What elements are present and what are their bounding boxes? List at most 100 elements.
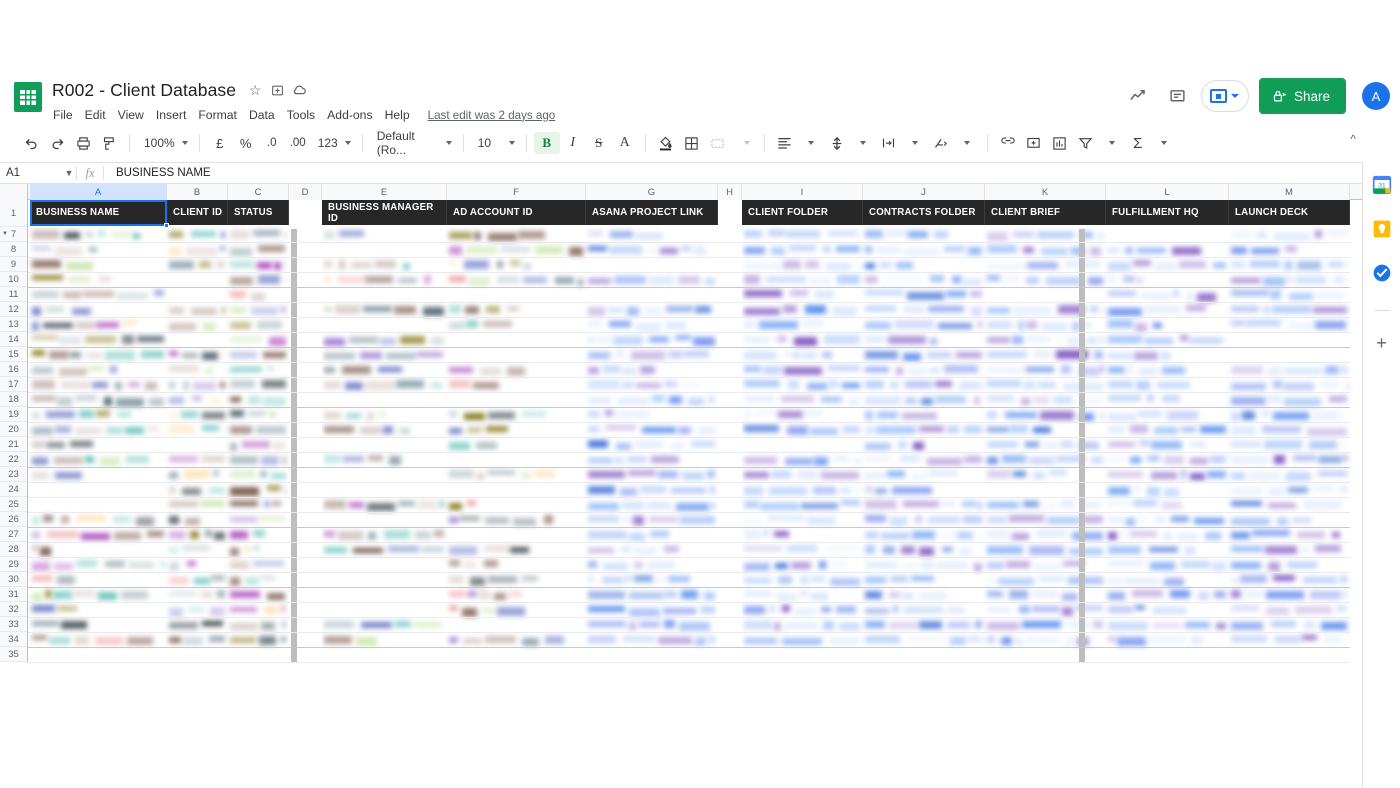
text-color-button[interactable]: A	[612, 130, 638, 156]
row-header-19[interactable]: 19	[0, 407, 27, 422]
cells-area[interactable]: BUSINESS NAME CLIENT ID STATUS BUSINESS MAN…	[28, 200, 1400, 674]
column-header-f[interactable]: F	[447, 184, 586, 200]
header-cell-k[interactable]: CLIENT BRIEF	[985, 200, 1106, 225]
select-all-corner[interactable]	[0, 184, 28, 200]
borders-button[interactable]	[679, 130, 705, 156]
row-header-28[interactable]: 28	[0, 542, 27, 557]
header-cell-j[interactable]: CONTRACTS FOLDER	[863, 200, 985, 225]
google-keep-icon[interactable]	[1371, 218, 1393, 240]
row-header-12[interactable]: 12	[0, 302, 27, 317]
percent-icon[interactable]: %	[233, 130, 259, 156]
header-cell-e[interactable]: BUSINESS MANAGER ID	[322, 200, 447, 225]
menu-format[interactable]: Format	[192, 106, 243, 124]
avatar[interactable]: A	[1362, 82, 1390, 110]
column-header-k[interactable]: K	[985, 184, 1106, 200]
menu-insert[interactable]: Insert	[150, 106, 192, 124]
fill-color-button[interactable]	[653, 130, 679, 156]
header-cell-f[interactable]: AD ACCOUNT ID	[447, 200, 586, 225]
column-resize-handle-2[interactable]	[1079, 229, 1085, 662]
strikethrough-button[interactable]: S	[586, 130, 612, 156]
chevron-down-icon[interactable]	[1230, 94, 1239, 98]
row-header-25[interactable]: 25	[0, 497, 27, 512]
header-cell-c[interactable]: STATUS	[228, 200, 289, 225]
bold-button[interactable]: B	[533, 132, 560, 154]
menu-help[interactable]: Help	[379, 106, 416, 124]
text-wrap-chevron-icon[interactable]	[902, 130, 928, 156]
present-button[interactable]	[1200, 80, 1249, 112]
text-rotation-chevron-icon[interactable]	[954, 130, 980, 156]
row-header-11[interactable]: 11	[0, 287, 27, 302]
print-icon[interactable]	[70, 130, 96, 156]
italic-button[interactable]: I	[560, 130, 586, 156]
header-cell-i[interactable]: CLIENT FOLDER	[742, 200, 863, 225]
row-header-18[interactable]: 18	[0, 392, 27, 407]
column-header-e[interactable]: E	[322, 184, 447, 200]
column-header-l[interactable]: L	[1106, 184, 1229, 200]
row-header-35[interactable]: 35	[0, 647, 27, 662]
functions-chevron-icon[interactable]	[1151, 130, 1177, 156]
menu-tools[interactable]: Tools	[281, 106, 321, 124]
column-header-j[interactable]: J	[863, 184, 985, 200]
row-header-9[interactable]: 9	[0, 257, 27, 272]
horizontal-align-chevron-icon[interactable]	[798, 130, 824, 156]
row-header-24[interactable]: 24	[0, 482, 27, 497]
horizontal-align-button[interactable]	[772, 130, 798, 156]
row-header-14[interactable]: 14	[0, 332, 27, 347]
row-header-8[interactable]: 8	[0, 242, 27, 257]
menu-addons[interactable]: Add-ons	[321, 106, 378, 124]
google-tasks-icon[interactable]	[1371, 262, 1393, 284]
column-header-d[interactable]: D	[289, 184, 322, 200]
column-header-g[interactable]: G	[586, 184, 718, 200]
row-header-20[interactable]: 20	[0, 422, 27, 437]
row-header-34[interactable]: 34	[0, 632, 27, 647]
font-size-select[interactable]: 10	[471, 131, 519, 155]
row-header-32[interactable]: 32	[0, 602, 27, 617]
collapse-toolbar-button[interactable]: ^	[1350, 132, 1356, 146]
formula-input[interactable]: BUSINESS NAME	[104, 167, 211, 179]
insert-comment-button[interactable]	[1021, 130, 1047, 156]
comment-icon[interactable]	[1161, 79, 1195, 113]
add-addon-button[interactable]: +	[1376, 333, 1387, 354]
row-header-31[interactable]: 31	[0, 587, 27, 602]
name-box[interactable]: A1	[0, 167, 62, 179]
text-rotation-button[interactable]	[928, 130, 954, 156]
row-header-30[interactable]: 30	[0, 572, 27, 587]
row-header-21[interactable]: 21	[0, 437, 27, 452]
header-cell-b[interactable]: CLIENT ID	[167, 200, 228, 225]
row-group-collapse-icon[interactable]: ▼	[2, 231, 8, 237]
header-cell-m[interactable]: LAUNCH DECK	[1229, 200, 1350, 225]
row-header-26[interactable]: 26	[0, 512, 27, 527]
row-header-13[interactable]: 13	[0, 317, 27, 332]
column-header-c[interactable]: C	[228, 184, 289, 200]
menu-view[interactable]: View	[112, 106, 150, 124]
google-calendar-icon[interactable]: 31	[1371, 174, 1393, 196]
decimal-increase-icon[interactable]: .00	[285, 130, 311, 156]
row-header-1[interactable]: 1	[0, 200, 27, 227]
functions-button[interactable]: Σ	[1125, 130, 1151, 156]
row-header-10[interactable]: 10	[0, 272, 27, 287]
column-header-b[interactable]: B	[167, 184, 228, 200]
cloud-status-icon[interactable]	[288, 79, 310, 101]
vertical-align-chevron-icon[interactable]	[850, 130, 876, 156]
font-select[interactable]: Default (Ro...	[370, 129, 456, 157]
last-edit-status[interactable]: Last edit was 2 days ago	[428, 109, 556, 122]
column-header-i[interactable]: I	[742, 184, 863, 200]
filter-chevron-icon[interactable]	[1099, 130, 1125, 156]
fill-handle[interactable]	[164, 223, 169, 228]
insert-link-button[interactable]	[995, 130, 1021, 156]
menu-file[interactable]: File	[52, 106, 79, 124]
row-header-33[interactable]: 33	[0, 617, 27, 632]
row-header-29[interactable]: 29	[0, 557, 27, 572]
row-header-27[interactable]: 27	[0, 527, 27, 542]
filter-button[interactable]	[1073, 130, 1099, 156]
header-cell-a[interactable]: BUSINESS NAME	[30, 200, 167, 225]
row-header-16[interactable]: 16	[0, 362, 27, 377]
activity-trend-icon[interactable]	[1121, 79, 1155, 113]
row-header-23[interactable]: 23	[0, 467, 27, 482]
menu-data[interactable]: Data	[243, 106, 281, 124]
share-button[interactable]: Share	[1258, 78, 1346, 114]
spacer-column-h[interactable]	[718, 227, 742, 662]
row-header-7[interactable]: ▼ 7	[0, 227, 27, 242]
zoom-select[interactable]: 100%	[137, 131, 192, 155]
undo-icon[interactable]	[18, 130, 44, 156]
